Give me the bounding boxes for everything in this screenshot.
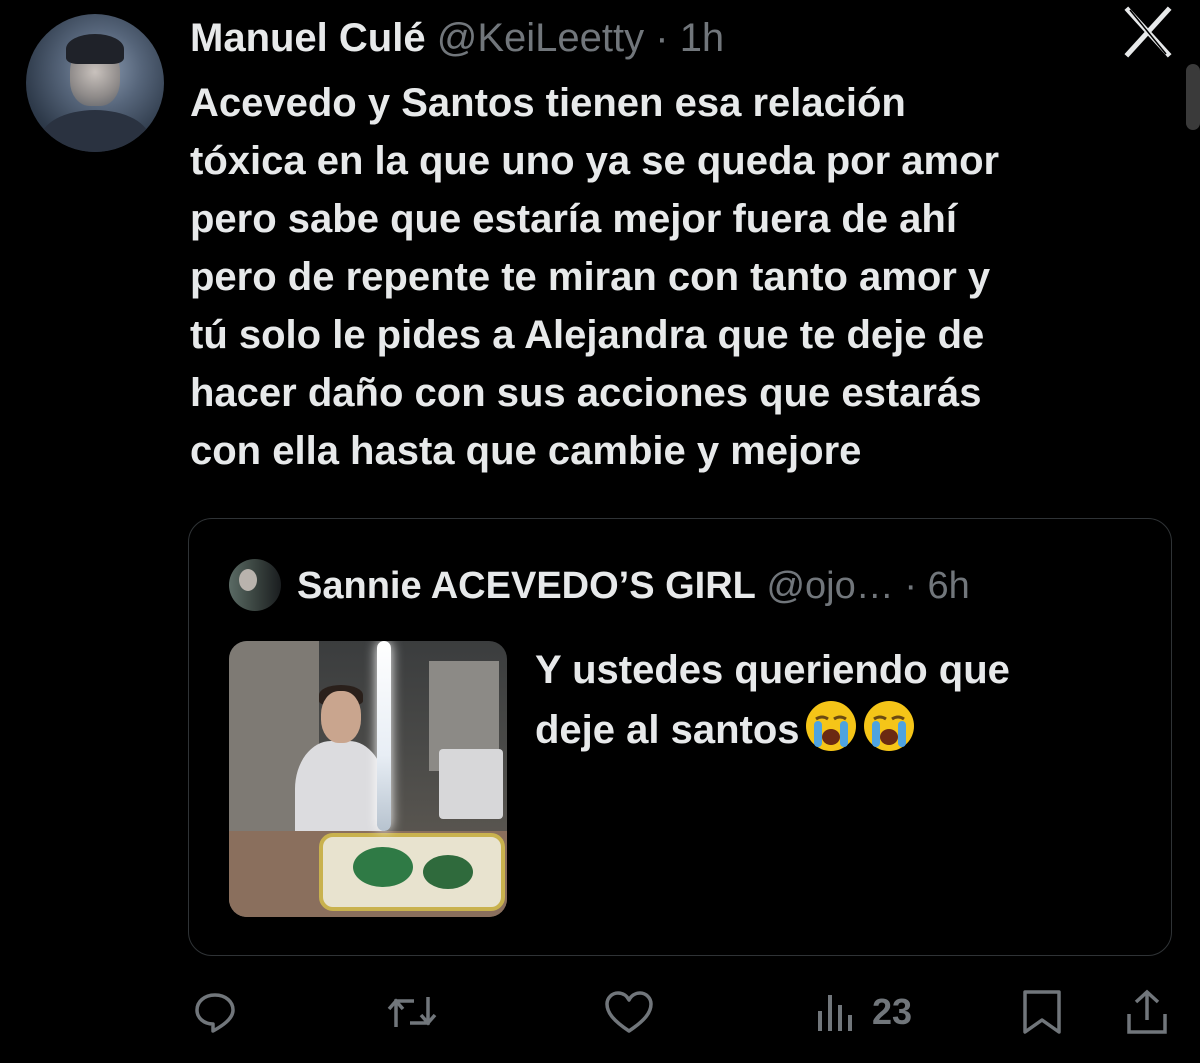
quoted-text-line-2: deje al santos (535, 699, 1155, 759)
scrollbar[interactable] (1186, 64, 1200, 130)
bookmark-button[interactable] (1020, 984, 1064, 1040)
retweet-icon (387, 997, 437, 1027)
views-count: 23 (872, 991, 913, 1032)
quoted-author-handle: @ojo… (766, 565, 894, 607)
tweet-text-line: hacer daño con sus acciones que estarás (190, 371, 982, 415)
quoted-header-separator: · (904, 565, 917, 607)
loudly-crying-face-icon (805, 701, 856, 751)
quoted-text-line: Y ustedes queriendo que (535, 648, 1010, 692)
like-button[interactable] (604, 984, 654, 1040)
author-name[interactable]: Manuel Culé (190, 16, 426, 60)
retweet-button[interactable] (386, 984, 438, 1040)
tweet-text-line: Acevedo y Santos tienen esa relación (190, 81, 906, 125)
tweet-text-line: tóxica en la que uno ya se queda por amo… (190, 139, 1000, 183)
share-button[interactable] (1124, 984, 1170, 1040)
reply-button[interactable] (192, 984, 238, 1040)
views-icon (818, 995, 852, 1031)
bookmark-icon (1023, 990, 1061, 1034)
tweet-text-line: pero de repente te miran con tanto amor … (190, 255, 991, 299)
quoted-tweet-photo[interactable] (229, 641, 507, 917)
quoted-tweet-body: Y ustedes queriendo que deje al santos (535, 641, 1155, 759)
tweet-actions-bar: 23 (0, 984, 1200, 1044)
tweet-text-line: tú solo le pides a Alejandra que te deje… (190, 313, 985, 357)
author-avatar[interactable] (26, 14, 164, 152)
reply-icon (195, 993, 235, 1033)
tweet-text-line: con ella hasta que cambie y mejore (190, 429, 862, 473)
loudly-crying-face-icon (863, 701, 914, 751)
tweet-body: Acevedo y Santos tienen esa relación tóx… (190, 74, 1170, 480)
author-handle[interactable]: @KeiLeetty (437, 16, 644, 60)
quoted-author-name: Sannie ACEVEDO’S GIRL (297, 565, 756, 607)
x-close-icon[interactable] (1124, 6, 1172, 58)
quoted-tweet-header: Sannie ACEVEDO’S GIRL @ojo… · 6h (297, 563, 970, 609)
quoted-tweet-timestamp: 6h (927, 565, 970, 607)
share-icon (1127, 989, 1167, 1034)
tweet-header: Manuel Culé @KeiLeetty · 1h (190, 14, 724, 62)
heart-icon (605, 991, 653, 1033)
quoted-tweet[interactable]: Sannie ACEVEDO’S GIRL @ojo… · 6h Y usted… (188, 518, 1172, 956)
tweet-text-line: pero sabe que estaría mejor fuera de ahí (190, 197, 957, 241)
quoted-text-line: deje al santos (535, 708, 800, 752)
header-separator: · (655, 16, 669, 60)
tweet-timestamp[interactable]: 1h (680, 16, 725, 60)
views-button[interactable]: 23 (812, 984, 912, 1040)
quoted-author-avatar[interactable] (229, 559, 281, 611)
